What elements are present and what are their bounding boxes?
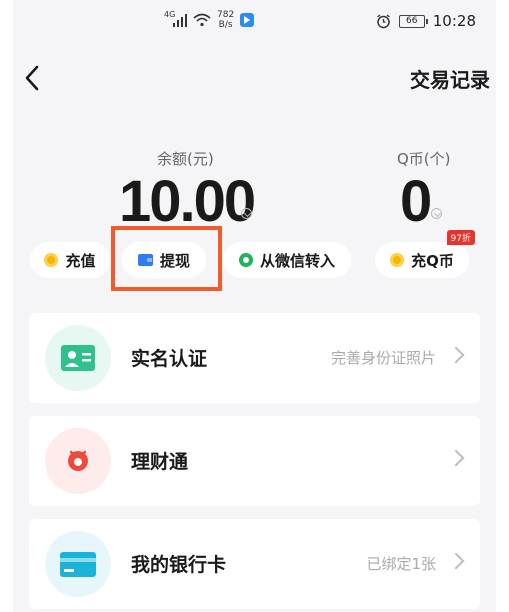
qcoin-detail-icon[interactable] — [431, 208, 442, 219]
network-speed: 782 B/s — [217, 10, 234, 30]
bank-card-icon-bg — [45, 531, 111, 597]
speed-value: 782 — [217, 10, 235, 20]
list-item-licaitong[interactable]: 理财通 — [29, 416, 480, 506]
chevron-right-icon — [447, 552, 465, 570]
wechat-transfer-label: 从微信转入 — [259, 251, 335, 270]
bank-card-hint: 已绑定1张 — [366, 555, 436, 573]
battery-icon: 66 — [398, 14, 428, 28]
wallet-screen: 4G 782 B/s 66 10:28 交易记录 余额(元) 10.00 Q币(… — [13, 0, 496, 612]
real-name-hint: 完善身份证照片 — [330, 349, 436, 367]
recharge-qcoin-button[interactable]: 充Q币 97折 — [375, 230, 475, 278]
wechat-icon — [238, 253, 253, 267]
list-item-bank-card[interactable]: 我的银行卡 已绑定1张 — [29, 519, 480, 609]
balance-label: 余额(元) — [157, 150, 214, 168]
qcoin-label: Q币(个) — [397, 150, 451, 168]
balance-detail-icon[interactable] — [241, 208, 252, 219]
status-bar: 4G 782 B/s 66 10:28 — [13, 0, 496, 44]
status-right: 66 10:28 — [376, 12, 476, 30]
list-item-real-name[interactable]: 实名认证 完善身份证照片 — [29, 313, 480, 403]
recharge-label: 充值 — [65, 251, 96, 270]
qcoin-value[interactable]: 0 — [400, 172, 432, 232]
status-time: 10:28 — [432, 12, 476, 30]
chevron-right-icon — [447, 346, 465, 364]
chevron-left-icon — [25, 65, 39, 91]
coin-icon — [44, 253, 59, 267]
chevron-right-icon — [447, 449, 465, 467]
speed-unit: B/s — [218, 20, 233, 30]
transaction-records-link[interactable]: 交易记录 — [410, 64, 490, 93]
balance-value[interactable]: 10.00 — [119, 172, 256, 232]
network-tag: 4G — [164, 10, 176, 19]
signal-icon: 4G — [164, 10, 187, 27]
wechat-transfer-button[interactable]: 从微信转入 — [223, 242, 351, 278]
status-left: 4G 782 B/s — [164, 10, 255, 30]
wifi-icon — [193, 13, 211, 27]
recharge-button[interactable]: 充值 — [30, 242, 110, 278]
back-button[interactable] — [17, 60, 47, 96]
id-card-icon-bg — [45, 325, 111, 391]
bank-card-label: 我的银行卡 — [131, 554, 227, 576]
licaitong-icon-bg — [45, 428, 111, 494]
bank-card-icon — [60, 552, 96, 577]
withdraw-highlight-box — [111, 226, 222, 291]
licaitong-icon — [68, 450, 88, 471]
id-card-icon — [61, 345, 95, 371]
notification-app-icon — [240, 13, 255, 27]
coin-icon — [390, 253, 405, 267]
recharge-qcoin-label: 充Q币 — [411, 251, 454, 270]
real-name-label: 实名认证 — [131, 348, 208, 370]
licaitong-label: 理财通 — [131, 451, 189, 473]
discount-badge: 97折 — [446, 230, 475, 245]
alarm-icon — [376, 13, 390, 28]
